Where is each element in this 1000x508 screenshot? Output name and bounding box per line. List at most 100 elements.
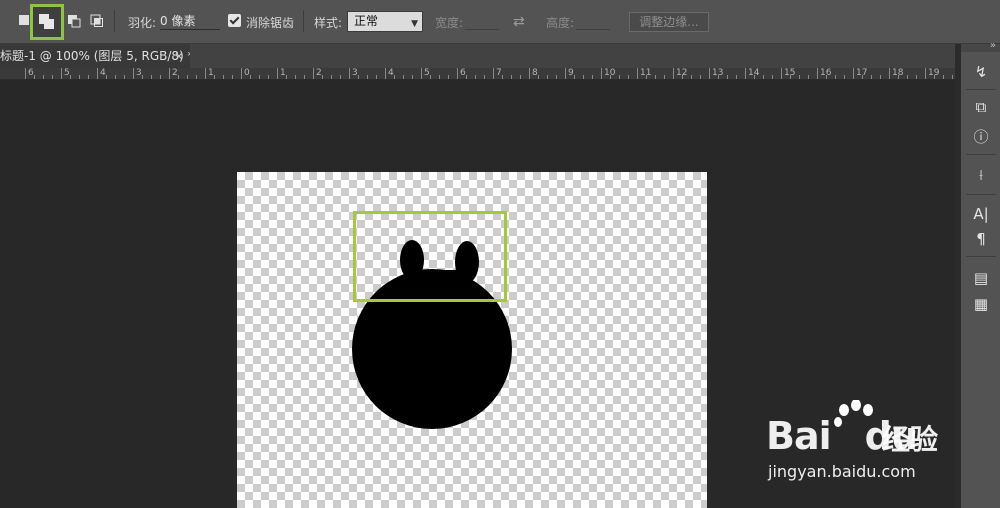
ruler-tick xyxy=(835,75,836,79)
swap-icon[interactable]: ⇄ xyxy=(513,14,525,30)
ruler-tick xyxy=(880,75,881,79)
ruler-tick xyxy=(133,68,134,79)
baidu-jingyan-watermark: Bai du 经验 jingyan.baidu.com xyxy=(764,400,1000,508)
ruler-tick xyxy=(502,75,503,79)
feather-input[interactable]: 0 像素 xyxy=(160,13,220,30)
layer-comps-icon[interactable]: ▤ xyxy=(969,267,993,289)
history-icon[interactable]: ↯ xyxy=(969,61,993,83)
ruler-tick xyxy=(160,75,161,79)
ruler-tick xyxy=(871,75,872,79)
ruler-tick xyxy=(529,68,530,79)
ruler-label: 7 xyxy=(496,68,502,78)
ruler-tick xyxy=(727,75,728,79)
ruler-tick xyxy=(196,75,197,79)
ruler-tick xyxy=(259,75,260,79)
ruler-tick xyxy=(448,75,449,79)
antialias-checkbox[interactable] xyxy=(228,14,241,27)
ruler-label: 4 xyxy=(100,68,106,78)
ruler-tick xyxy=(430,75,431,79)
ruler-tick xyxy=(673,68,674,79)
document-canvas[interactable] xyxy=(237,172,707,508)
ruler-tick xyxy=(772,75,773,79)
ruler-tick xyxy=(844,75,845,79)
new-selection-icon xyxy=(19,15,29,25)
horizontal-ruler: 6 5 4 3 2 1 0 1 2 3 4 5 6 7 8 9 10 11 12 13 14 15 16 17 18 19 xyxy=(0,68,955,80)
ruler-tick xyxy=(826,75,827,79)
ruler-tick xyxy=(745,68,746,79)
ruler-tick xyxy=(115,75,116,79)
ruler-tick xyxy=(313,68,314,79)
ruler-label: 5 xyxy=(424,68,430,78)
ruler-label: 3 xyxy=(136,68,142,78)
ruler-tick xyxy=(178,75,179,79)
ruler-tick xyxy=(790,75,791,79)
ruler-tick xyxy=(43,75,44,79)
intersect-selection-button[interactable] xyxy=(86,10,108,32)
antialias-label: 消除锯齿 xyxy=(246,16,295,30)
ruler-tick xyxy=(781,68,782,79)
ruler-tick xyxy=(241,68,242,79)
style-select[interactable]: 正常 ▼ xyxy=(347,11,423,32)
feather-label: 羽化: xyxy=(128,16,157,30)
ruler-tick xyxy=(376,75,377,79)
ruler-tick xyxy=(817,68,818,79)
height-input[interactable] xyxy=(576,13,610,30)
add-to-selection-button[interactable] xyxy=(30,4,64,40)
ruler-tick xyxy=(556,75,557,79)
ruler-tick xyxy=(799,75,800,79)
notes-icon[interactable]: ▦ xyxy=(969,293,993,315)
ruler-label: 2 xyxy=(172,68,178,78)
ruler-tick xyxy=(34,75,35,79)
ruler-tick xyxy=(493,68,494,79)
ruler-tick xyxy=(79,75,80,79)
ruler-tick xyxy=(394,75,395,79)
ruler-tick xyxy=(358,75,359,79)
ruler-tick xyxy=(421,68,422,79)
ruler-tick xyxy=(25,68,26,79)
paragraph-icon[interactable]: ¶ xyxy=(969,228,993,250)
ruler-tick xyxy=(295,75,296,79)
intersect-selection-icon xyxy=(90,14,103,27)
ruler-tick xyxy=(331,75,332,79)
ruler-tick xyxy=(250,75,251,79)
panel-collapse-grip[interactable] xyxy=(961,40,1000,52)
ruler-tick xyxy=(952,75,953,79)
divider xyxy=(966,89,996,90)
document-tab[interactable]: 未标题-1 @ 100% (图层 5, RGB/8) * × xyxy=(0,44,190,68)
ruler-label: 8 xyxy=(532,68,538,78)
3d-icon[interactable]: ⧉ xyxy=(969,96,993,118)
refine-edge-button[interactable]: 调整边缘... xyxy=(629,12,709,32)
ruler-tick xyxy=(286,75,287,79)
close-icon[interactable]: × xyxy=(174,44,184,68)
ruler-tick xyxy=(610,75,611,79)
ruler-tick xyxy=(439,75,440,79)
ruler-label: 5 xyxy=(64,68,70,78)
ruler-tick xyxy=(367,75,368,79)
paths-icon[interactable]: ⟊ xyxy=(969,164,993,186)
ruler-tick xyxy=(349,68,350,79)
ruler-label: 4 xyxy=(388,68,394,78)
ruler-tick xyxy=(52,75,53,79)
ruler-tick xyxy=(97,68,98,79)
document-tab-bar: 未标题-1 @ 100% (图层 5, RGB/8) * × xyxy=(0,44,955,68)
ruler-tick xyxy=(205,68,206,79)
ruler-tick xyxy=(466,75,467,79)
info-icon[interactable]: ⓘ xyxy=(969,126,993,148)
ruler-label: 6 xyxy=(28,68,34,78)
ruler-tick xyxy=(934,75,935,79)
ruler-tick xyxy=(511,75,512,79)
chevron-down-icon: ▼ xyxy=(411,19,418,29)
subtract-from-selection-button[interactable] xyxy=(63,10,85,32)
ruler-tick xyxy=(88,75,89,79)
ruler-tick xyxy=(898,75,899,79)
ruler-tick xyxy=(736,75,737,79)
divider xyxy=(966,154,996,155)
ruler-tick xyxy=(637,68,638,79)
ruler-tick xyxy=(709,68,710,79)
width-input[interactable] xyxy=(465,13,499,30)
ruler-tick xyxy=(232,75,233,79)
ruler-tick xyxy=(187,75,188,79)
ruler-label: 6 xyxy=(460,68,466,78)
character-icon[interactable]: A| xyxy=(969,203,993,225)
ruler-tick xyxy=(214,75,215,79)
